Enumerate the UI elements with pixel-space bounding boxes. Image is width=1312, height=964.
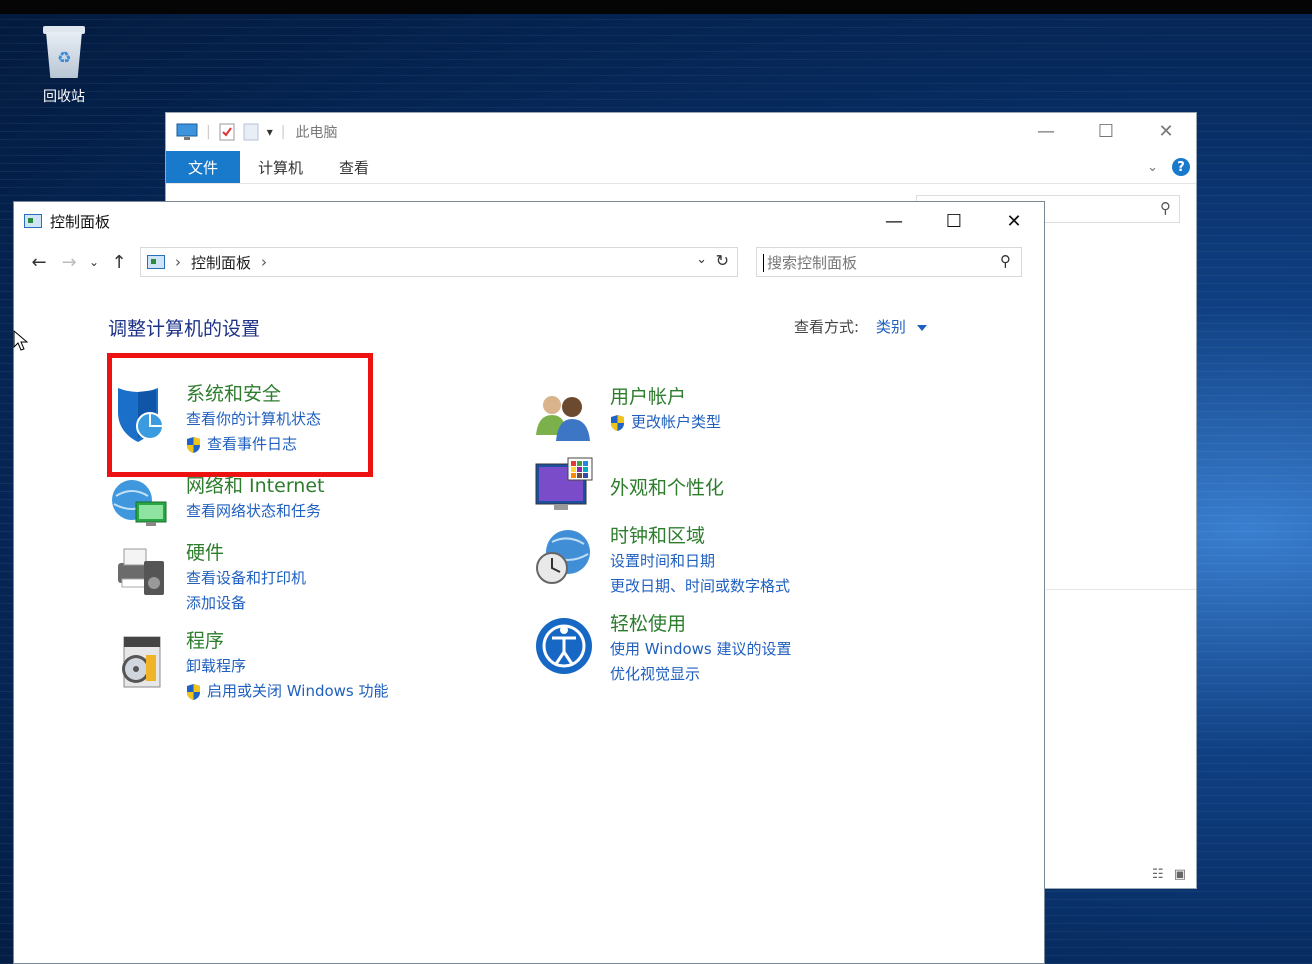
link-text[interactable]: 查看网络状态和任务: [186, 499, 321, 524]
view-by-dropdown[interactable]: 类别: [876, 318, 906, 336]
back-arrow-icon[interactable]: ←: [26, 252, 52, 273]
uac-shield-icon: [187, 683, 200, 700]
category-title[interactable]: 外观和个性化: [610, 476, 724, 501]
recent-locations-chevron-icon[interactable]: ⌄: [86, 255, 102, 269]
qa-separator: |: [206, 124, 211, 140]
qa-separator-2: |: [280, 124, 286, 140]
link-uninstall-program[interactable]: 卸载程序: [186, 654, 389, 679]
address-bar[interactable]: › 控制面板 › ⌄ ↻: [140, 247, 738, 277]
link-set-time-date[interactable]: 设置时间和日期: [610, 549, 790, 574]
refresh-icon[interactable]: ↻: [716, 251, 729, 270]
link-optimize-display[interactable]: 优化视觉显示: [610, 662, 792, 687]
category-title[interactable]: 轻松使用: [610, 612, 792, 637]
category-appearance-personalization: 外观和个性化: [532, 456, 724, 520]
view-by-dropdown-arrow-icon[interactable]: [916, 324, 927, 331]
properties-icon[interactable]: [219, 123, 235, 141]
address-control-panel-icon: [147, 255, 165, 269]
clock-globe-icon[interactable]: [532, 524, 596, 588]
link-text[interactable]: 更改帐户类型: [631, 410, 721, 435]
mouse-cursor-icon: [13, 330, 29, 351]
link-view-network-status[interactable]: 查看网络状态和任务: [186, 499, 324, 524]
user-accounts-icon[interactable]: [532, 385, 596, 449]
printer-hardware-icon[interactable]: [108, 541, 172, 605]
view-by: 查看方式: 类别: [794, 316, 927, 337]
network-globe-icon[interactable]: [108, 474, 172, 538]
link-text[interactable]: 设置时间和日期: [610, 549, 715, 574]
link-text[interactable]: 卸载程序: [186, 654, 246, 679]
text-caret: [763, 254, 764, 272]
control-panel-window[interactable]: 控制面板 — ☐ ✕ ← → ⌄ ↑ › 控制面板 › ⌄ ↻ 搜索控制面板 ⚲…: [13, 201, 1045, 964]
category-title[interactable]: 网络和 Internet: [186, 474, 324, 499]
explorer-ribbon: 文件 计算机 查看 ⌄ ?: [166, 151, 1196, 184]
search-placeholder: 搜索控制面板: [767, 253, 858, 272]
link-text[interactable]: 添加设备: [186, 591, 246, 616]
link-change-account-type[interactable]: 更改帐户类型: [610, 410, 721, 435]
page-title: 调整计算机的设置: [108, 318, 261, 340]
category-clock-region: 时钟和区域 设置时间和日期 更改日期、时间或数字格式: [532, 524, 790, 599]
forward-arrow-icon[interactable]: →: [56, 252, 82, 273]
expand-ribbon-chevron-icon[interactable]: ⌄: [1147, 160, 1158, 175]
category-hardware: 硬件 查看设备和打印机 添加设备: [108, 541, 306, 616]
maximize-icon[interactable]: ☐: [1076, 113, 1136, 149]
programs-disc-box-icon[interactable]: [108, 629, 172, 693]
minimize-icon[interactable]: —: [864, 202, 924, 240]
category-title[interactable]: 硬件: [186, 541, 306, 566]
link-text[interactable]: 更改日期、时间或数字格式: [610, 574, 790, 599]
close-icon[interactable]: ✕: [984, 202, 1044, 240]
search-icon: ⚲: [1160, 199, 1171, 217]
explorer-title: 此电脑: [295, 125, 338, 141]
minimize-icon[interactable]: —: [1016, 113, 1076, 149]
link-devices-printers[interactable]: 查看设备和打印机: [186, 566, 306, 591]
category-title[interactable]: 用户帐户: [610, 385, 721, 410]
search-icon[interactable]: ⚲: [1000, 252, 1011, 270]
link-text[interactable]: 使用 Windows 建议的设置: [610, 637, 792, 662]
control-panel-icon: [24, 214, 42, 228]
large-icons-view-icon[interactable]: ▣: [1174, 867, 1186, 882]
link-windows-features[interactable]: 启用或关闭 Windows 功能: [186, 679, 389, 704]
link-text[interactable]: 启用或关闭 Windows 功能: [207, 679, 389, 704]
category-user-accounts: 用户帐户 更改帐户类型: [532, 385, 721, 449]
close-icon[interactable]: ✕: [1136, 113, 1196, 149]
window-title: 控制面板: [50, 212, 111, 231]
recycle-bin-label: 回收站: [43, 89, 85, 105]
category-network-internet: 网络和 Internet 查看网络状态和任务: [108, 474, 324, 538]
link-change-formats[interactable]: 更改日期、时间或数字格式: [610, 574, 790, 599]
help-icon[interactable]: ?: [1172, 158, 1190, 176]
computer-icon: [176, 123, 198, 140]
ease-of-access-icon[interactable]: [532, 612, 596, 676]
search-input[interactable]: 搜索控制面板 ⚲: [756, 247, 1022, 277]
customize-toolbar-chevron-icon[interactable]: ▾: [267, 125, 273, 139]
view-by-label: 查看方式:: [794, 318, 860, 336]
desktop-icon-recycle-bin[interactable]: ♻ 回收站: [28, 24, 100, 106]
screen-top-bar: [0, 0, 1312, 14]
explorer-divider: [1046, 589, 1196, 590]
link-recommended-settings[interactable]: 使用 Windows 建议的设置: [610, 637, 792, 662]
recycle-bin-icon: ♻: [40, 24, 88, 80]
address-dropdown-icon[interactable]: ⌄: [696, 252, 707, 267]
ribbon-tab-computer[interactable]: 计算机: [240, 151, 321, 183]
new-folder-icon[interactable]: [243, 123, 259, 141]
ribbon-tab-file[interactable]: 文件: [166, 151, 240, 183]
breadcrumb-separator-icon[interactable]: ›: [175, 253, 181, 271]
breadcrumb-control-panel[interactable]: 控制面板: [191, 252, 251, 273]
up-arrow-icon[interactable]: ↑: [106, 252, 132, 273]
details-view-icon[interactable]: ☷: [1152, 867, 1164, 882]
maximize-icon[interactable]: ☐: [924, 202, 984, 240]
link-text[interactable]: 优化视觉显示: [610, 662, 700, 687]
category-programs: 程序 卸载程序 启用或关闭 Windows 功能: [108, 629, 389, 704]
category-ease-of-access: 轻松使用 使用 Windows 建议的设置 优化视觉显示: [532, 612, 792, 687]
uac-shield-icon: [611, 414, 624, 431]
ribbon-tab-view[interactable]: 查看: [321, 151, 387, 183]
breadcrumb-chevron-icon[interactable]: ›: [261, 253, 267, 271]
navigation-bar: ← → ⌄ ↑ › 控制面板 › ⌄ ↻ 搜索控制面板 ⚲: [14, 240, 1044, 284]
highlight-box: [107, 353, 373, 477]
category-title[interactable]: 程序: [186, 629, 389, 654]
appearance-monitor-icon[interactable]: [532, 456, 596, 520]
link-add-device[interactable]: 添加设备: [186, 591, 306, 616]
link-text[interactable]: 查看设备和打印机: [186, 566, 306, 591]
category-title[interactable]: 时钟和区域: [610, 524, 790, 549]
